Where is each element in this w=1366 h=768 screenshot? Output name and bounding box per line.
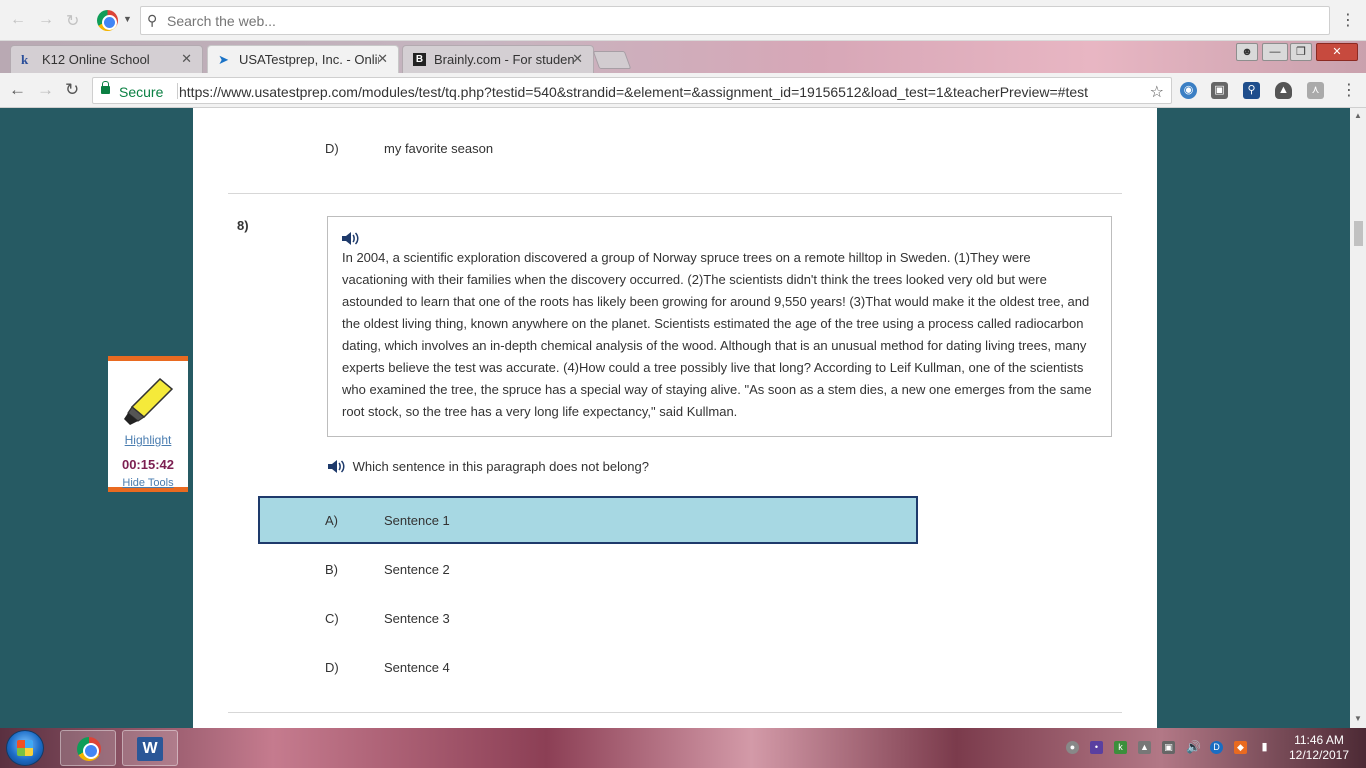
divider [228, 193, 1122, 194]
chevron-down-icon[interactable]: ▼ [123, 14, 132, 24]
tray-avast-icon[interactable]: ◆ [1234, 741, 1247, 754]
tray-k12-icon[interactable]: k [1114, 741, 1127, 754]
menu-kebab-icon[interactable]: ⋮ [1340, 10, 1356, 30]
lock-icon [101, 81, 110, 94]
page-viewport: D) my favorite season 8) In 2004, a scie… [0, 108, 1350, 728]
bookmark-star-icon[interactable]: ☆ [1150, 82, 1164, 102]
minimize-icon[interactable]: — [1262, 43, 1288, 61]
tray-network-icon[interactable]: ▮ [1258, 741, 1271, 754]
menu-kebab-icon[interactable]: ⋮ [1341, 80, 1357, 100]
choice-text: Sentence 3 [384, 611, 450, 626]
extension-search-icon[interactable]: ⚲ [1243, 82, 1260, 99]
tab-title: Brainly.com - For student [434, 52, 574, 67]
highlighter-icon[interactable] [120, 375, 176, 427]
tab-title: K12 Online School [42, 52, 150, 67]
word-icon: W [137, 737, 163, 761]
back-icon[interactable]: ← [9, 80, 26, 100]
close-icon[interactable]: ✕ [572, 51, 583, 67]
cursor-arrow-icon: ➤ [218, 52, 229, 67]
web-search-input[interactable] [167, 10, 1317, 31]
answer-choice-d[interactable]: D) Sentence 4 [258, 643, 918, 691]
web-search-box[interactable]: ⚲ [140, 6, 1330, 35]
brainly-favicon-icon: B [413, 53, 426, 66]
test-page: D) my favorite season 8) In 2004, a scie… [193, 108, 1157, 728]
chrome-icon [77, 737, 101, 761]
tray-camera-icon[interactable]: ● [1066, 741, 1079, 754]
tab-strip: k K12 Online School ✕ ➤ USATestprep, Inc… [0, 41, 1366, 73]
reload-icon[interactable]: ↻ [65, 80, 79, 100]
divider [228, 712, 1122, 713]
windows-taskbar: W ● • k ▲ ▣ 🔊 D ◆ ▮ 11:46 AM 12/12/2017 [0, 728, 1366, 768]
url-omnibox[interactable]: Secure https://www.usatestprep.com/modul… [92, 77, 1172, 104]
choice-letter: A) [325, 513, 338, 528]
choice-letter: C) [325, 611, 339, 626]
restore-icon[interactable]: ❐ [1290, 43, 1312, 61]
back-icon[interactable]: ← [10, 11, 26, 29]
close-icon[interactable]: ✕ [181, 51, 192, 67]
tab-title: USATestprep, Inc. - Onlin [239, 52, 379, 67]
choice-text: Sentence 1 [384, 513, 450, 528]
answer-choice-c[interactable]: C) Sentence 3 [258, 594, 918, 642]
forward-icon[interactable]: → [38, 11, 54, 29]
taskbar-word-button[interactable]: W [122, 730, 178, 766]
choice-letter: B) [325, 562, 338, 577]
taskbar-chrome-button[interactable] [60, 730, 116, 766]
scrollbar-thumb[interactable] [1354, 221, 1363, 246]
test-timer: 00:15:42 [121, 457, 175, 472]
k12-favicon-icon: k [21, 52, 29, 67]
extension-pdf-icon[interactable]: ⋏ [1307, 82, 1324, 99]
url-text[interactable]: https://www.usatestprep.com/modules/test… [179, 84, 1088, 100]
prompt-text: Which sentence in this paragraph does no… [352, 459, 649, 474]
top-search-bar: ← → ↻ ▼ ⚲ ⋮ [0, 0, 1366, 41]
tray-bluetooth-icon[interactable]: • [1090, 741, 1103, 754]
clock-date: 12/12/2017 [1288, 748, 1350, 762]
scroll-up-icon[interactable]: ▲ [1354, 111, 1362, 120]
highlight-link[interactable]: Highlight [108, 433, 188, 447]
speaker-icon[interactable] [342, 232, 359, 245]
choice-letter: D) [325, 660, 339, 675]
search-icon: ⚲ [147, 12, 158, 28]
clock-time: 11:46 AM [1294, 733, 1344, 747]
passage-text: In 2004, a scientific exploration discov… [342, 250, 1092, 419]
tray-shield-icon[interactable]: ▲ [1138, 741, 1151, 754]
chrome-logo-icon[interactable] [97, 10, 118, 31]
user-icon[interactable]: ☻ [1236, 43, 1258, 61]
test-tools-panel: Highlight 00:15:42 Hide Tools [108, 356, 188, 492]
extension-box-icon[interactable]: ▣ [1211, 82, 1228, 99]
reload-icon[interactable]: ↻ [66, 11, 79, 31]
tab-k12[interactable]: k K12 Online School ✕ [10, 45, 203, 73]
start-button[interactable] [6, 730, 44, 766]
question-number: 8) [237, 218, 249, 233]
close-icon[interactable]: ✕ [377, 51, 388, 67]
answer-choice-a[interactable]: A) Sentence 1 [258, 496, 918, 544]
answer-choice-b[interactable]: B) Sentence 2 [258, 545, 918, 593]
choice-text: Sentence 4 [384, 660, 450, 675]
scroll-down-icon[interactable]: ▼ [1354, 714, 1362, 723]
passage-box: In 2004, a scientific exploration discov… [327, 216, 1112, 437]
tab-usatestprep[interactable]: ➤ USATestprep, Inc. - Onlin ✕ [207, 45, 399, 73]
tab-brainly[interactable]: B Brainly.com - For student ✕ [402, 45, 594, 73]
prev-choice-letter: D) [325, 141, 339, 156]
forward-icon[interactable]: → [37, 80, 54, 100]
tray-dashlane-icon[interactable]: D [1210, 741, 1223, 754]
extension-globe-icon[interactable]: ◉ [1180, 82, 1197, 99]
prev-choice-text[interactable]: my favorite season [384, 141, 493, 156]
new-tab-button[interactable] [592, 51, 632, 69]
question-prompt: Which sentence in this paragraph does no… [328, 458, 649, 474]
tray-volume-icon[interactable]: 🔊 [1186, 741, 1201, 754]
choice-text: Sentence 2 [384, 562, 450, 577]
extension-shield-icon[interactable]: ▲ [1275, 82, 1292, 99]
page-scrollbar[interactable]: ▲ ▼ [1350, 108, 1366, 728]
window-close-icon[interactable]: ✕ [1316, 43, 1358, 61]
hide-tools-link[interactable]: Hide Tools [108, 477, 188, 489]
address-bar: ← → ↻ Secure https://www.usatestprep.com… [0, 73, 1366, 108]
speaker-icon[interactable] [328, 460, 345, 473]
taskbar-clock[interactable]: 11:46 AM 12/12/2017 [1284, 733, 1354, 763]
tray-device-icon[interactable]: ▣ [1162, 741, 1175, 754]
secure-label: Secure [119, 84, 164, 100]
